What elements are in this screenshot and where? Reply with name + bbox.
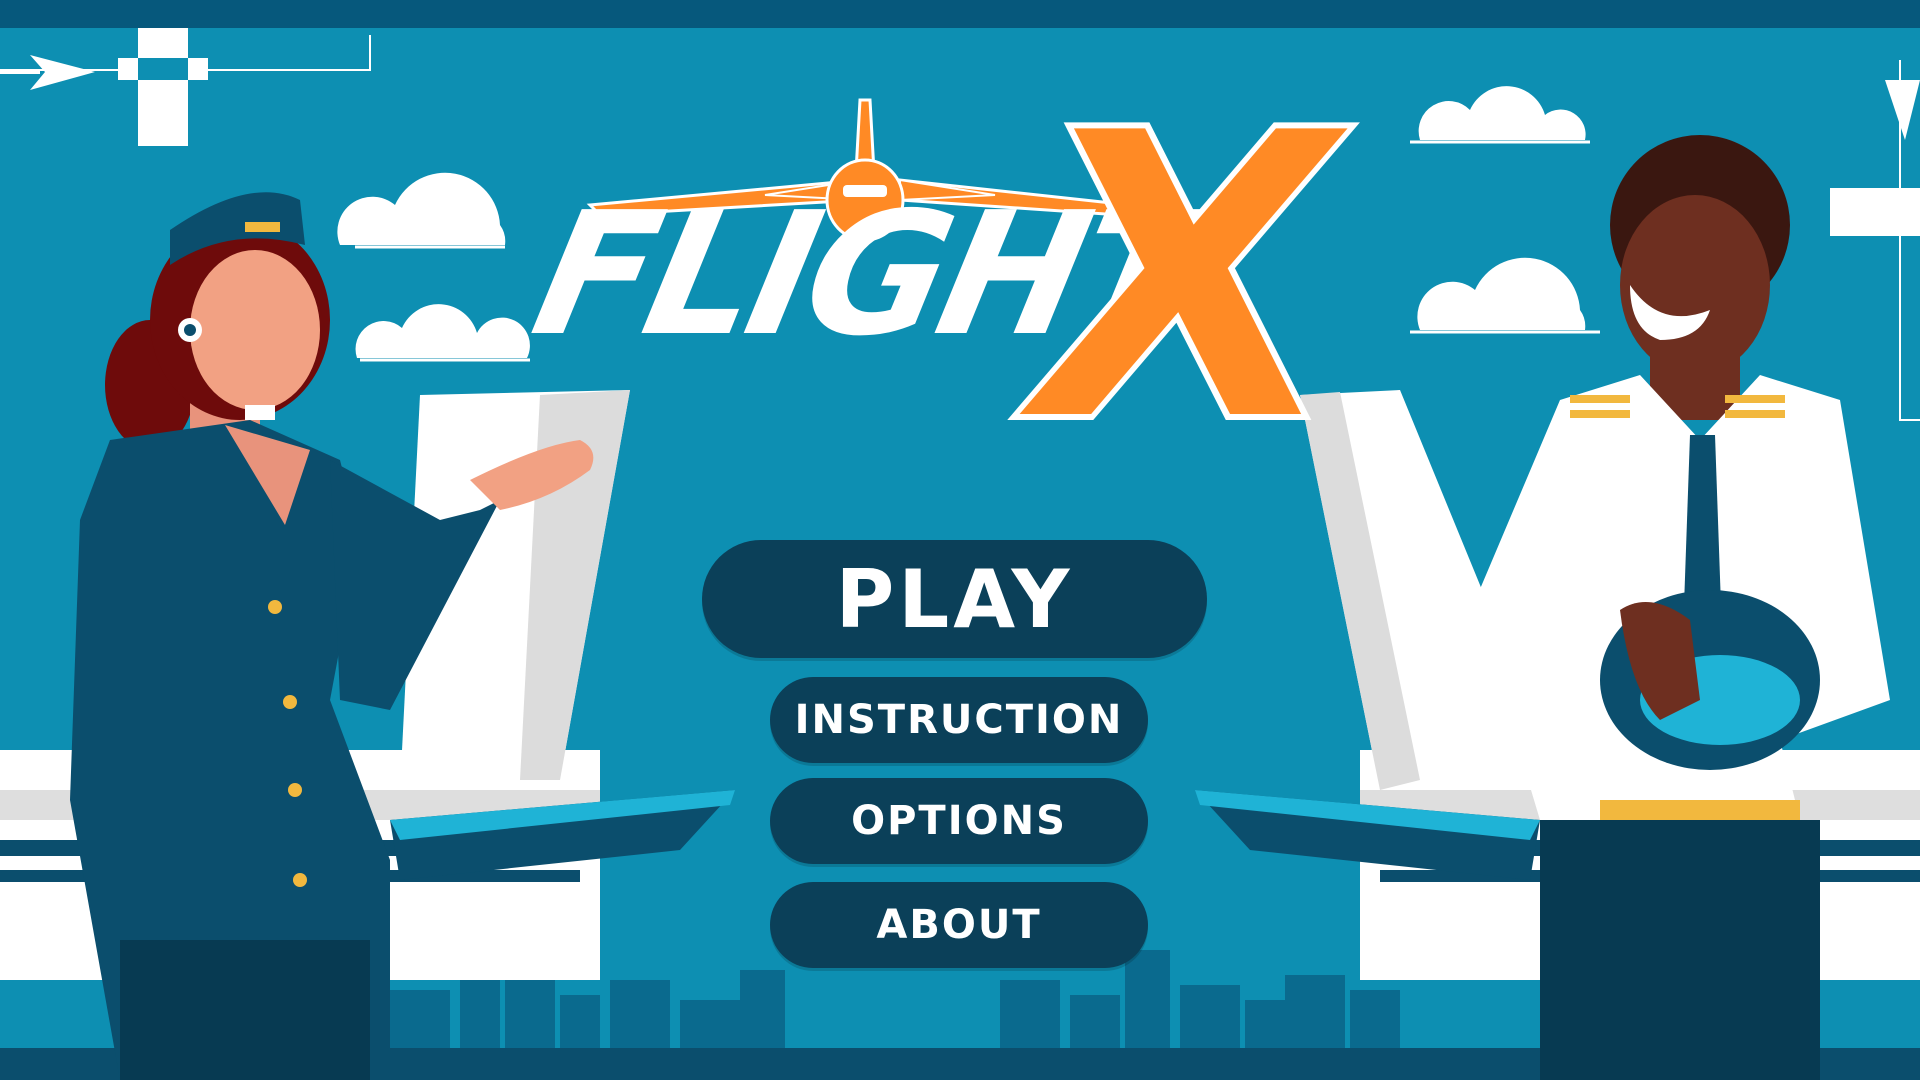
options-button[interactable]: OPTIONS <box>770 778 1148 864</box>
about-button[interactable]: ABOUT <box>770 882 1148 968</box>
instruction-button[interactable]: INSTRUCTION <box>770 677 1148 763</box>
play-button[interactable]: PLAY <box>702 540 1207 658</box>
top-bar <box>0 0 1920 28</box>
crosshair-cross-icon <box>1830 188 1920 236</box>
